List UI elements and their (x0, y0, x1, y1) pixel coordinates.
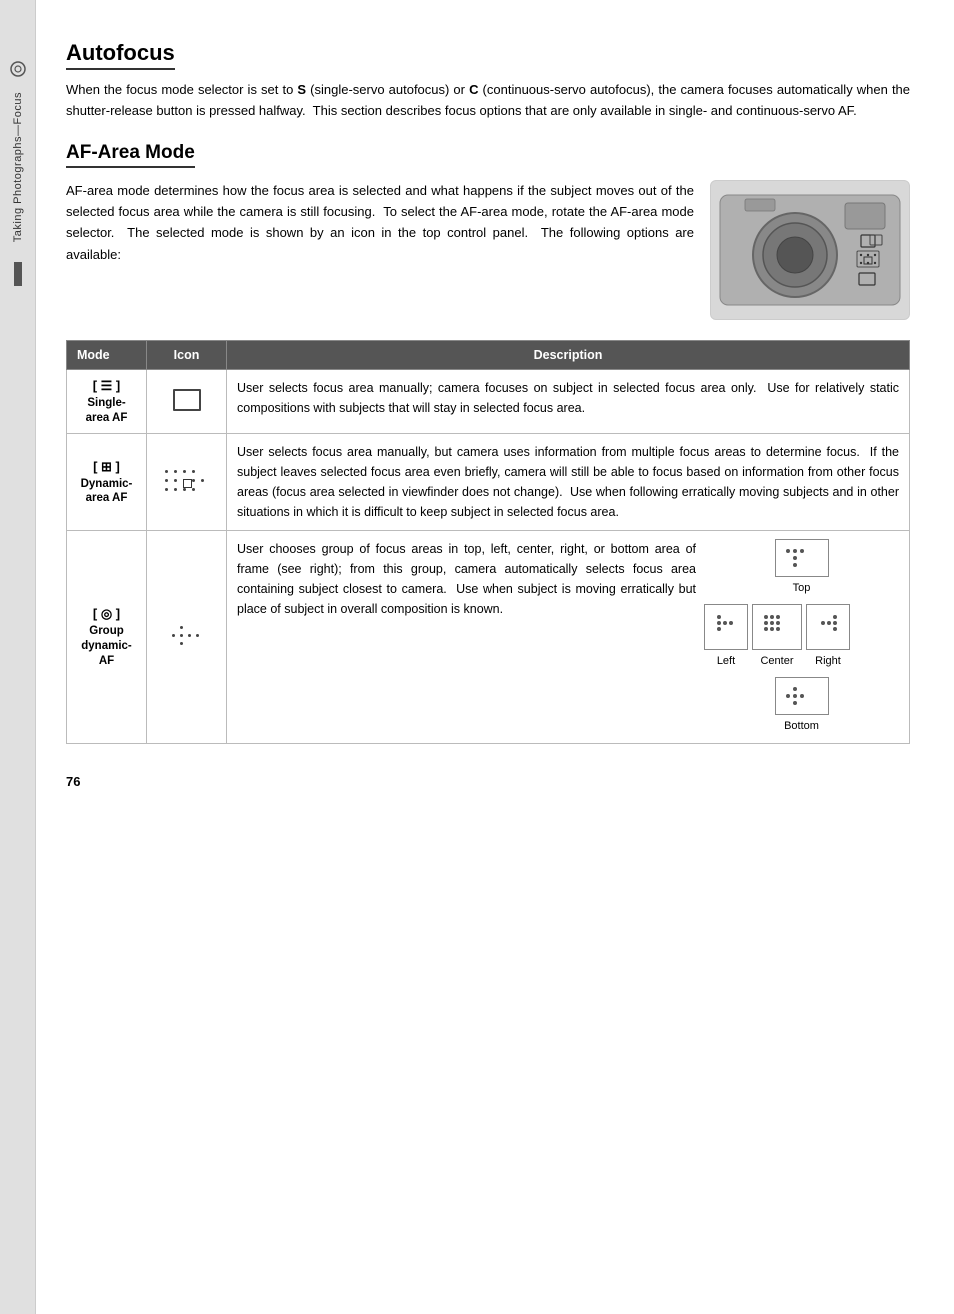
group-af-text: User chooses group of focus areas in top… (237, 539, 696, 735)
desc-cell-single: User selects focus area manually; camera… (227, 369, 910, 434)
camera-icon (9, 60, 27, 78)
mode-table: Mode Icon Description [ ☰ ] Single-area … (66, 340, 910, 745)
desc-cell-group: User chooses group of focus areas in top… (227, 531, 910, 744)
autofocus-intro: When the focus mode selector is set to S… (66, 80, 910, 122)
icon-cell-dynamic (147, 434, 227, 531)
table-header-mode: Mode (67, 340, 147, 369)
focus-area-bottom: Bottom (704, 677, 899, 736)
focus-area-diagram: Top (704, 539, 899, 735)
icon-cell-group (147, 531, 227, 744)
table-row-group-af: [ ◎ ] Groupdynamic-AF (67, 531, 910, 744)
page-number: 76 (66, 774, 910, 789)
autofocus-title: Autofocus (66, 40, 175, 70)
table-row-single-af: [ ☰ ] Single-area AF User selects focus … (67, 369, 910, 434)
focus-area-right: Right (806, 604, 850, 671)
af-area-section: AF-area mode determines how the focus ar… (66, 180, 910, 320)
sidebar-tab (14, 262, 22, 286)
mode-cell-dynamic: [ ⊞ ] Dynamic-area AF (67, 434, 147, 531)
icon-cell-single (147, 369, 227, 434)
mode-cell-single: [ ☰ ] Single-area AF (67, 369, 147, 434)
camera-diagram (710, 180, 910, 320)
table-header-desc: Description (227, 340, 910, 369)
focus-area-left: Left (704, 604, 748, 671)
desc-cell-dynamic: User selects focus area manually, but ca… (227, 434, 910, 531)
af-area-description: AF-area mode determines how the focus ar… (66, 180, 694, 320)
table-row-dynamic-af: [ ⊞ ] Dynamic-area AF (67, 434, 910, 531)
top-label: Top (793, 580, 811, 598)
focus-area-middle-row: Left (704, 604, 899, 671)
focus-area-top-box (775, 539, 829, 577)
mode-cell-group: [ ◎ ] Groupdynamic-AF (67, 531, 147, 744)
af-area-title: AF-Area Mode (66, 142, 195, 168)
left-label: Left (717, 653, 735, 671)
focus-area-center: Center (752, 604, 802, 671)
sidebar: Taking Photographs—Focus (0, 0, 36, 1314)
table-header-icon: Icon (147, 340, 227, 369)
main-content: Autofocus When the focus mode selector i… (36, 0, 954, 1314)
bottom-label: Bottom (784, 718, 819, 736)
right-label: Right (815, 653, 841, 671)
center-label: Center (760, 653, 793, 671)
sidebar-label: Taking Photographs—Focus (12, 92, 24, 242)
